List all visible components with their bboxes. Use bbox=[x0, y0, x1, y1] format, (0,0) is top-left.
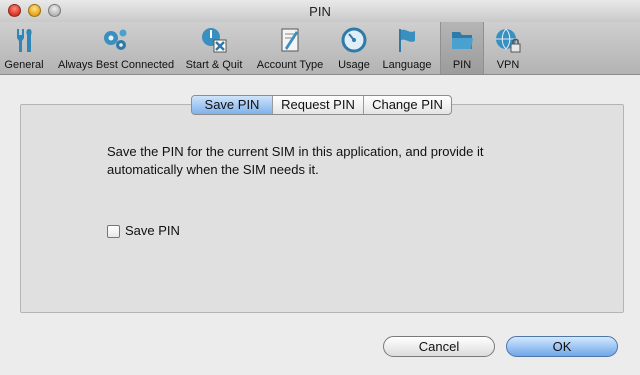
save-pin-checkbox[interactable] bbox=[107, 225, 120, 238]
tab-save-pin[interactable]: Save PIN bbox=[192, 96, 273, 114]
toolbar-item-usage[interactable]: Usage bbox=[334, 22, 374, 74]
toolbar-item-label: Account Type bbox=[256, 59, 324, 71]
tab-request-pin[interactable]: Request PIN bbox=[273, 96, 364, 114]
account-document-icon bbox=[281, 28, 299, 52]
gauge-icon bbox=[341, 27, 367, 53]
flag-icon bbox=[399, 29, 415, 52]
globe-lock-icon bbox=[496, 28, 521, 53]
pin-tab-bar: Save PIN Request PIN Change PIN bbox=[191, 95, 452, 115]
folder-icon bbox=[452, 32, 473, 49]
toolbar-item-label: General bbox=[4, 59, 44, 71]
window-title: PIN bbox=[309, 4, 331, 19]
gears-icon bbox=[104, 29, 127, 50]
toolbar-item-label: Start & Quit bbox=[185, 59, 243, 71]
save-pin-description: Save the PIN for the current SIM in this… bbox=[107, 144, 484, 177]
toolbar-item-general[interactable]: General bbox=[0, 22, 48, 74]
toolbar-item-always-best-connected[interactable]: Always Best Connected bbox=[58, 22, 175, 74]
ok-button[interactable]: OK bbox=[506, 336, 618, 357]
pin-settings-panel bbox=[20, 104, 624, 313]
toolbar-item-pin[interactable]: PIN bbox=[440, 22, 484, 74]
title-bar: PIN bbox=[0, 0, 640, 22]
preferences-toolbar: General Always Best Connected Start & Qu… bbox=[0, 22, 640, 75]
toolbar-item-start-quit[interactable]: Start & Quit bbox=[182, 22, 246, 74]
start-quit-icon bbox=[202, 28, 227, 53]
tools-icon bbox=[17, 29, 32, 52]
toolbar-item-label: PIN bbox=[452, 59, 472, 71]
toolbar-item-label: Language bbox=[382, 59, 432, 71]
toolbar-item-language[interactable]: Language bbox=[380, 22, 434, 74]
tab-change-pin[interactable]: Change PIN bbox=[364, 96, 451, 114]
cancel-button[interactable]: Cancel bbox=[383, 336, 495, 357]
toolbar-item-vpn[interactable]: VPN bbox=[488, 22, 528, 74]
save-pin-checkbox-label[interactable]: Save PIN bbox=[125, 223, 180, 239]
toolbar-item-label: Always Best Connected bbox=[58, 59, 175, 71]
toolbar-item-account-type[interactable]: Account Type bbox=[254, 22, 326, 74]
toolbar-item-label: VPN bbox=[496, 59, 520, 71]
toolbar-item-label: Usage bbox=[338, 59, 370, 71]
